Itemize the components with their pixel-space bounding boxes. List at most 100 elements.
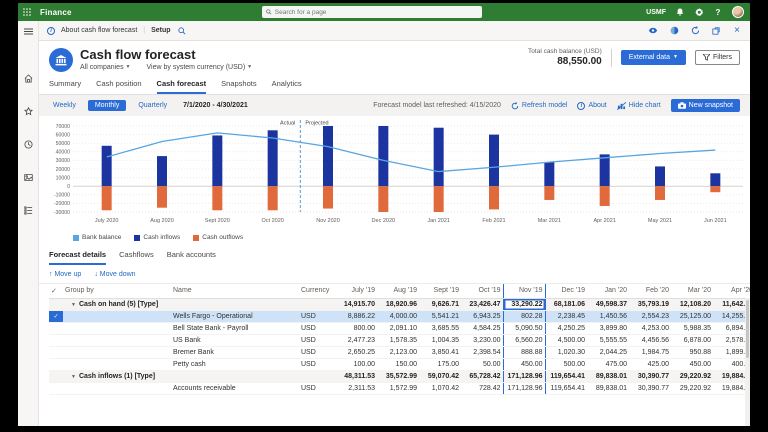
column-header-july-19[interactable]: July '19: [335, 284, 377, 298]
value-cell[interactable]: 2,238.45: [545, 310, 587, 322]
value-cell[interactable]: 12,108.20: [671, 298, 713, 310]
value-cell[interactable]: 3,899.80: [587, 322, 629, 334]
value-cell[interactable]: 48,311.53: [335, 370, 377, 382]
external-data-button[interactable]: External data▼: [621, 50, 686, 65]
presence-circle-icon[interactable]: [669, 26, 679, 36]
name-cell[interactable]: Accounts receivable: [171, 382, 299, 394]
setup-link[interactable]: Setup: [151, 27, 170, 34]
value-cell[interactable]: 2,091.10: [377, 322, 419, 334]
value-cell[interactable]: 475.00: [587, 358, 629, 370]
name-cell[interactable]: Petty cash: [171, 358, 299, 370]
value-cell[interactable]: 950.88: [671, 346, 713, 358]
period-monthly[interactable]: Monthly: [88, 100, 127, 111]
table-row[interactable]: Bremer BankUSD2,650.252,123.003,850.412,…: [49, 346, 750, 358]
column-header-dec-19[interactable]: Dec '19: [545, 284, 587, 298]
value-cell[interactable]: 35,793.19: [629, 298, 671, 310]
name-cell[interactable]: US Bank: [171, 334, 299, 346]
filters-button[interactable]: Filters: [695, 50, 740, 65]
table-row[interactable]: Bell State Bank - PayrollUSD800.002,091.…: [49, 322, 750, 334]
group-row[interactable]: ▼Cash on hand (5) [Type] 14,915.7018,920.…: [49, 298, 750, 310]
refresh-model-link[interactable]: Refresh model: [511, 102, 568, 110]
value-cell[interactable]: 728.42: [461, 382, 503, 394]
refresh-icon[interactable]: [690, 26, 700, 36]
news-image-icon[interactable]: [18, 167, 38, 187]
currency-cell[interactable]: USD: [299, 310, 335, 322]
value-cell[interactable]: 2,044.25: [587, 346, 629, 358]
value-cell[interactable]: 800.00: [335, 322, 377, 334]
column-header-oct-19[interactable]: Oct '19: [461, 284, 503, 298]
value-cell[interactable]: 14,915.70: [335, 298, 377, 310]
value-cell[interactable]: 2,311.53: [335, 382, 377, 394]
value-cell[interactable]: 1,004.35: [419, 334, 461, 346]
value-cell[interactable]: 1,070.42: [419, 382, 461, 394]
value-cell[interactable]: 59,070.42: [419, 370, 461, 382]
name-cell[interactable]: [171, 298, 299, 310]
row-select-cell[interactable]: [49, 370, 63, 382]
column-header-feb-20[interactable]: Feb '20: [629, 284, 671, 298]
value-cell[interactable]: 33,290.22: [503, 298, 545, 310]
value-cell[interactable]: 802.28: [503, 310, 545, 322]
value-cell[interactable]: 4,584.25: [461, 322, 503, 334]
name-cell[interactable]: [171, 370, 299, 382]
value-cell[interactable]: 175.00: [419, 358, 461, 370]
value-cell[interactable]: 6,943.25: [461, 310, 503, 322]
column-header-group-by[interactable]: Group by: [63, 284, 171, 298]
tab-snapshots[interactable]: Snapshots: [221, 79, 256, 94]
value-cell[interactable]: 4,500.00: [545, 334, 587, 346]
value-cell[interactable]: 5,541.21: [419, 310, 461, 322]
settings-gear-icon[interactable]: [694, 7, 704, 17]
group-by-cell[interactable]: [63, 346, 171, 358]
value-cell[interactable]: 18,920.96: [377, 298, 419, 310]
column-header-sept-19[interactable]: Sept '19: [419, 284, 461, 298]
value-cell[interactable]: 450.00: [503, 358, 545, 370]
value-cell[interactable]: 450.00: [671, 358, 713, 370]
value-cell[interactable]: 1,578.35: [377, 334, 419, 346]
value-cell[interactable]: 25,125.00: [671, 310, 713, 322]
new-snapshot-button[interactable]: New snapshot: [671, 99, 740, 112]
value-cell[interactable]: 2,123.00: [377, 346, 419, 358]
currency-view-dropdown[interactable]: View by system currency (USD) ▼: [146, 64, 252, 71]
group-by-cell[interactable]: [63, 358, 171, 370]
cash-flow-chart[interactable]: -30000-20000-100000100002000030000400005…: [39, 116, 750, 244]
app-launcher-waffle-icon[interactable]: [18, 3, 36, 21]
legend-item-bank-balance[interactable]: Bank balance: [73, 234, 121, 241]
row-select-cell[interactable]: ✓: [49, 310, 63, 322]
value-cell[interactable]: 30,390.77: [629, 370, 671, 382]
value-cell[interactable]: 3,685.55: [419, 322, 461, 334]
group-row[interactable]: ▼Cash inflows (1) [Type]48,311.5335,572.…: [49, 370, 750, 382]
value-cell[interactable]: 425.00: [629, 358, 671, 370]
group-by-cell[interactable]: [63, 322, 171, 334]
group-by-cell[interactable]: [63, 310, 171, 322]
close-icon[interactable]: ×: [732, 26, 742, 36]
table-row[interactable]: US BankUSD2,477.231,578.351,004.353,230.…: [49, 334, 750, 346]
period-quarterly[interactable]: Quarterly: [134, 100, 171, 111]
value-cell[interactable]: 1,020.30: [545, 346, 587, 358]
value-cell[interactable]: 2,398.54: [461, 346, 503, 358]
tab-cash-position[interactable]: Cash position: [96, 79, 141, 94]
help-icon[interactable]: ?: [713, 7, 723, 17]
value-cell[interactable]: 29,220.92: [671, 382, 713, 394]
row-select-cell[interactable]: [49, 322, 63, 334]
legend-item-cash-outflows[interactable]: Cash outflows: [193, 234, 243, 241]
hide-chart-link[interactable]: Hide chart: [617, 102, 661, 110]
currency-cell[interactable]: [299, 370, 335, 382]
column-header-currency[interactable]: Currency: [299, 284, 335, 298]
group-by-cell[interactable]: [63, 382, 171, 394]
table-row[interactable]: Accounts receivableUSD2,311.531,572.991,…: [49, 382, 750, 394]
value-cell[interactable]: 65,728.42: [461, 370, 503, 382]
value-cell[interactable]: 3,850.41: [419, 346, 461, 358]
value-cell[interactable]: 4,250.25: [545, 322, 587, 334]
value-cell[interactable]: 35,572.99: [377, 370, 419, 382]
value-cell[interactable]: 4,000.00: [377, 310, 419, 322]
group-by-cell[interactable]: [63, 334, 171, 346]
company-filter-dropdown[interactable]: All companies ▼: [80, 64, 130, 71]
value-cell[interactable]: 23,426.47: [461, 298, 503, 310]
period-weekly[interactable]: Weekly: [49, 100, 80, 111]
row-select-cell[interactable]: [49, 298, 63, 310]
notifications-bell-icon[interactable]: [675, 7, 685, 17]
group-by-cell[interactable]: ▼Cash on hand (5) [Type]: [63, 298, 171, 310]
move-up-button[interactable]: ↑ Move up: [49, 271, 81, 278]
value-cell[interactable]: 5,988.35: [671, 322, 713, 334]
currency-cell[interactable]: USD: [299, 334, 335, 346]
value-cell[interactable]: 150.00: [377, 358, 419, 370]
